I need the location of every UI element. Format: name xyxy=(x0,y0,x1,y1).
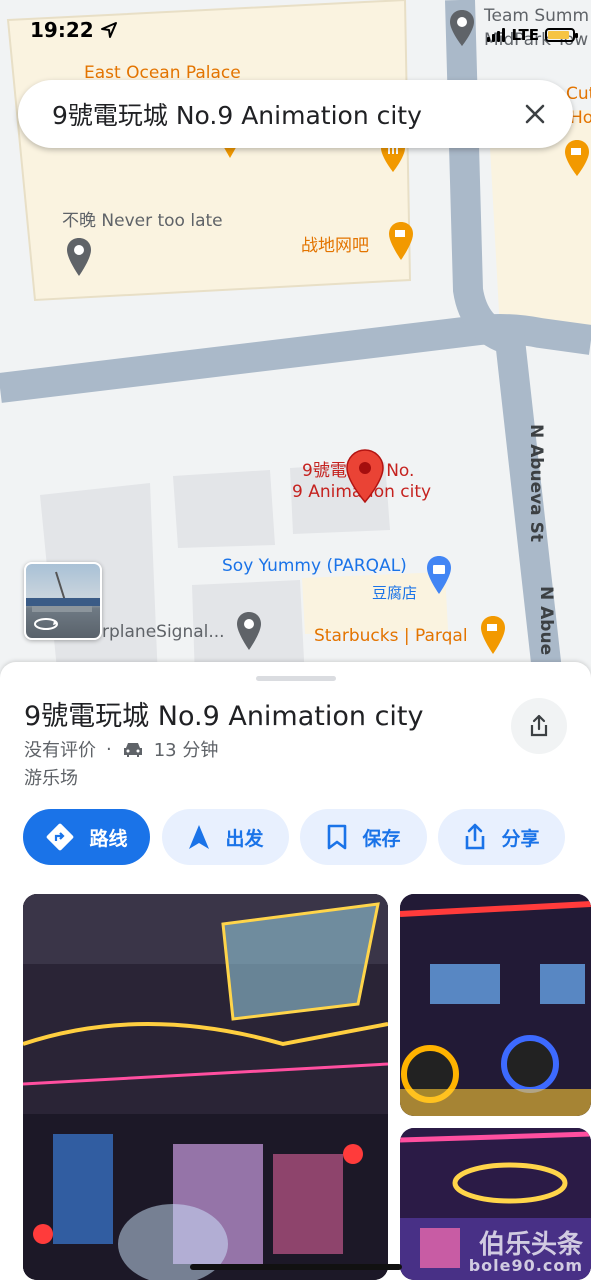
poi-zhandi[interactable]: 战地网吧 xyxy=(301,231,369,256)
drag-handle[interactable] xyxy=(256,676,336,681)
place-photo[interactable] xyxy=(23,894,388,1280)
share-icon xyxy=(530,714,548,737)
place-details-sheet[interactable]: 9號電玩城 No.9 Animation city 没有评价 · 13 分钟 游… xyxy=(0,662,591,1280)
directions-button[interactable]: 路线 xyxy=(23,809,150,865)
arcade-interior-photo xyxy=(23,894,388,1280)
share-icon xyxy=(466,823,485,850)
poi-airplane-signal[interactable]: rplaneSignal... xyxy=(102,622,225,642)
signal-bars-icon xyxy=(487,28,506,42)
cafe-pin-icon[interactable] xyxy=(478,614,508,656)
rating-text: 没有评价 xyxy=(24,740,96,761)
poi-never-too-late[interactable]: 不晚 Never too late xyxy=(62,206,223,231)
poi-doufu[interactable]: 豆腐店 xyxy=(372,582,417,603)
racing-games-photo xyxy=(400,894,591,1116)
save-label: 保存 xyxy=(362,827,401,850)
selected-place-pin-icon[interactable] xyxy=(344,448,386,504)
bookmark-icon xyxy=(328,824,347,850)
share-label: 分享 xyxy=(501,827,540,850)
share-button[interactable]: 分享 xyxy=(438,809,565,865)
place-photo[interactable] xyxy=(400,894,591,1116)
place-meta: 没有评价 · 13 分钟 xyxy=(24,736,218,762)
clock: 19:22 xyxy=(30,18,94,42)
drive-time: 13 分钟 xyxy=(153,740,219,761)
meta-separator: · xyxy=(106,738,112,760)
map-view[interactable]: East Ocean Palace Team Summ MidPark Tow … xyxy=(0,0,591,680)
directions-icon xyxy=(47,823,74,851)
home-indicator[interactable] xyxy=(190,1264,402,1270)
poi-team-summ[interactable]: Team Summ xyxy=(484,6,589,26)
status-bar-time: 19:22 xyxy=(30,18,118,42)
poi-cut-2[interactable]: Ho xyxy=(570,108,591,128)
start-button[interactable]: 出发 xyxy=(162,809,289,865)
watermark-url: bole90.com xyxy=(468,1256,583,1275)
street-label-abueva-2: N Abue xyxy=(536,586,556,656)
status-bar-right: LTE xyxy=(487,26,578,44)
shopping-pin-icon[interactable] xyxy=(424,554,454,596)
watermark: 伯乐头条 bole90.com xyxy=(469,1232,583,1274)
poi-starbucks[interactable]: Starbucks | Parqal xyxy=(314,626,468,646)
navigation-arrow-icon xyxy=(189,825,210,849)
map-pin-gray-icon[interactable] xyxy=(64,236,94,278)
cafe-pin-icon[interactable] xyxy=(562,138,591,178)
place-category: 游乐场 xyxy=(24,768,78,789)
cafe-pin-icon[interactable] xyxy=(386,220,416,262)
share-icon-button[interactable] xyxy=(511,698,567,754)
start-label: 出发 xyxy=(225,827,264,850)
location-arrow-icon xyxy=(100,22,117,38)
search-bar[interactable]: 9號電玩城 No.9 Animation city xyxy=(18,80,573,148)
network-label: LTE xyxy=(511,26,539,44)
poi-soy-yummy[interactable]: Soy Yummy (PARQAL) xyxy=(222,556,407,576)
save-button[interactable]: 保存 xyxy=(300,809,427,865)
street-label-abueva: N Abueva St xyxy=(526,424,546,542)
map-pin-gray-icon[interactable] xyxy=(447,8,477,48)
rotate-360-icon xyxy=(34,618,58,630)
directions-label: 路线 xyxy=(89,827,128,850)
car-icon xyxy=(123,743,142,757)
close-icon[interactable] xyxy=(519,98,551,130)
map-pin-gray-icon[interactable] xyxy=(234,610,264,652)
search-input[interactable]: 9號電玩城 No.9 Animation city xyxy=(52,96,519,132)
street-view-thumbnail[interactable] xyxy=(24,562,102,640)
battery-icon xyxy=(545,28,578,42)
place-title: 9號電玩城 No.9 Animation city xyxy=(24,701,424,732)
